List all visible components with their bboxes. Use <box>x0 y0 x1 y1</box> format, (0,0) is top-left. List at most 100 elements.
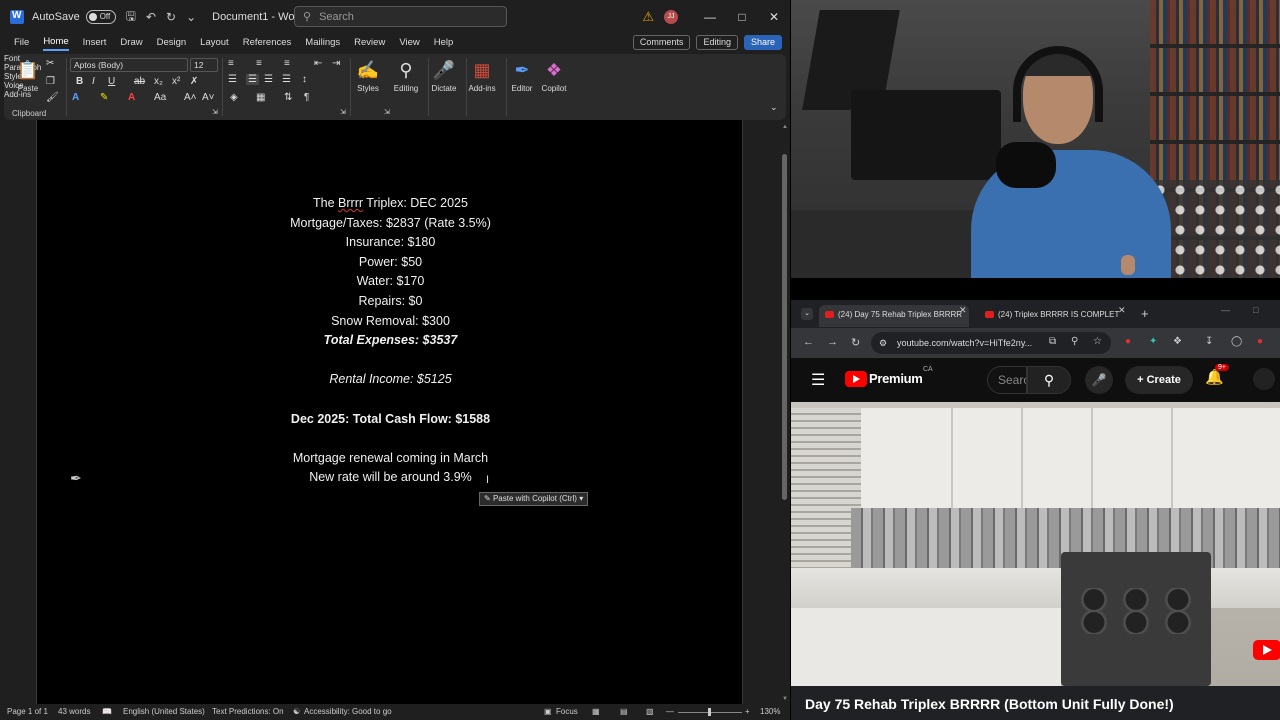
increase-indent-icon[interactable]: ⇥ <box>332 58 340 69</box>
underline-icon[interactable]: U <box>108 76 115 87</box>
comments-button[interactable]: Comments <box>632 35 691 50</box>
scroll-down-icon[interactable]: ▼ <box>781 696 789 702</box>
create-button[interactable]: + Create <box>1125 366 1193 394</box>
minimize-button[interactable]: — <box>694 10 726 24</box>
font-color-icon[interactable]: A <box>128 92 135 103</box>
align-right-icon[interactable]: ☰ <box>264 74 273 85</box>
word-search-input[interactable]: ⚲ Search <box>294 6 507 27</box>
clear-formatting-icon[interactable]: ✗ <box>190 76 198 87</box>
accessibility-status[interactable]: Accessibility: Good to go <box>304 707 392 716</box>
editor-icon[interactable]: ✒ <box>504 60 540 81</box>
bold-icon[interactable]: B <box>76 76 83 87</box>
undo-icon[interactable]: ↶ <box>146 10 156 24</box>
paste-button[interactable]: Paste <box>8 84 48 93</box>
profile-icon[interactable]: ◯ <box>1231 336 1242 347</box>
youtube-search-button[interactable]: ⚲ <box>1027 366 1071 394</box>
styles-dialog-launcher-icon[interactable]: ⇲ <box>384 108 390 116</box>
ribbon-collapse-icon[interactable]: ⌄ <box>770 102 778 113</box>
shading-icon[interactable]: ◈ <box>230 92 238 103</box>
sort-icon[interactable]: ⇅ <box>284 92 292 103</box>
align-left-icon[interactable]: ☰ <box>228 74 237 85</box>
tab-layout[interactable]: Layout <box>200 37 229 50</box>
close-tab-icon[interactable]: ✕ <box>1118 305 1126 316</box>
close-tab-icon[interactable]: ✕ <box>959 305 967 316</box>
reload-icon[interactable]: ↻ <box>851 336 860 349</box>
multilevel-list-icon[interactable]: ≡ <box>284 58 290 69</box>
decrease-indent-icon[interactable]: ⇤ <box>314 58 322 69</box>
language-status[interactable]: English (United States) <box>123 707 205 716</box>
vertical-scrollbar[interactable]: ▲ ▼ <box>781 124 789 702</box>
tab-mailings[interactable]: Mailings <box>305 37 340 50</box>
autosave-toggle[interactable]: Off <box>85 10 116 24</box>
browser-tab-active[interactable]: (24) Day 75 Rehab Triplex BRRRR <box>819 305 969 327</box>
dictate-button[interactable]: Dictate <box>424 84 464 93</box>
tab-references[interactable]: References <box>243 37 292 50</box>
save-icon[interactable]: 🖫 <box>126 7 136 28</box>
editing-mode-button[interactable]: Editing <box>696 35 738 50</box>
close-button[interactable]: ✕ <box>758 10 790 24</box>
copy-icon[interactable]: ❐ <box>46 76 55 87</box>
scrollbar-thumb[interactable] <box>782 154 787 500</box>
bookmark-star-icon[interactable]: ☆ <box>1093 336 1102 347</box>
text-effects-icon[interactable]: A <box>72 92 79 103</box>
document-page[interactable]: The Brrrr Triplex: DEC 2025 Mortgage/Tax… <box>36 120 743 704</box>
change-case-icon[interactable]: Aa <box>154 92 166 103</box>
extension-record-icon[interactable]: ● <box>1125 336 1131 347</box>
web-layout-icon[interactable]: ▧ <box>646 707 654 716</box>
site-info-icon[interactable]: ⚙ <box>879 332 887 354</box>
youtube-search-input[interactable]: Search <box>987 366 1027 394</box>
zoom-level[interactable]: 130% <box>760 707 780 716</box>
page-count[interactable]: Page 1 of 1 <box>7 707 48 716</box>
zoom-in-icon[interactable]: + <box>745 707 750 716</box>
numbering-icon[interactable]: ≡ <box>256 58 262 69</box>
highlight-icon[interactable]: ✎ <box>100 92 108 103</box>
font-name-select[interactable]: Aptos (Body) <box>70 58 188 72</box>
addins-icon[interactable]: ▦ <box>464 60 500 81</box>
menu-icon[interactable]: ☰ <box>811 370 825 390</box>
text-predictions-status[interactable]: Text Predictions: On <box>212 707 284 716</box>
tab-view[interactable]: View <box>399 37 419 50</box>
browser-tab[interactable]: (24) Triplex BRRRR IS COMPLETE <box>979 305 1119 327</box>
zoom-slider-thumb[interactable] <box>708 708 711 716</box>
tab-file[interactable]: File <box>14 37 29 50</box>
line-spacing-icon[interactable]: ↕ <box>302 74 307 85</box>
tab-draw[interactable]: Draw <box>120 37 142 50</box>
format-painter-icon[interactable]: 🖌 <box>46 92 59 103</box>
editing-button[interactable]: Editing <box>386 84 426 93</box>
addins-button[interactable]: Add-ins <box>462 84 502 93</box>
back-icon[interactable]: ← <box>803 336 814 348</box>
proofing-icon[interactable]: 📖 <box>102 707 112 716</box>
grow-font-icon[interactable]: A˄ <box>184 92 197 103</box>
paragraph-dialog-launcher-icon[interactable]: ⇲ <box>340 108 346 116</box>
video-player[interactable] <box>791 402 1280 686</box>
paste-with-copilot-button[interactable]: ✎ Paste with Copilot (Ctrl) ▾ <box>479 492 589 506</box>
scroll-up-icon[interactable]: ▲ <box>781 124 789 130</box>
find-icon[interactable]: ⚲ <box>388 60 424 81</box>
youtube-play-icon[interactable] <box>1253 640 1280 660</box>
dictate-icon[interactable]: 🎤 <box>426 60 462 81</box>
maximize-icon[interactable]: □ <box>1253 305 1258 315</box>
show-marks-icon[interactable]: ¶ <box>304 92 309 103</box>
redo-icon[interactable]: ↻ <box>166 10 176 24</box>
focus-button[interactable]: Focus <box>556 707 578 716</box>
read-mode-icon[interactable]: ▦ <box>592 707 600 716</box>
shrink-font-icon[interactable]: A˅ <box>202 92 215 103</box>
italic-icon[interactable]: I <box>92 76 95 87</box>
customize-qat-icon[interactable]: ⌄ <box>186 10 196 24</box>
maximize-button[interactable]: □ <box>726 10 758 24</box>
zoom-icon[interactable]: ⚲ <box>1071 336 1078 347</box>
borders-icon[interactable]: ▦ <box>256 92 265 103</box>
minimize-icon[interactable]: — <box>1221 305 1230 315</box>
zoom-out-icon[interactable]: — <box>666 707 674 716</box>
draw-pen-icon[interactable]: ✒ <box>70 470 82 487</box>
new-tab-icon[interactable]: + <box>1141 306 1149 321</box>
word-count[interactable]: 43 words <box>58 707 90 716</box>
cut-icon[interactable]: ✂ <box>46 58 54 69</box>
forward-icon[interactable]: → <box>827 336 838 348</box>
youtube-logo-icon[interactable] <box>845 371 867 387</box>
tab-help[interactable]: Help <box>434 37 454 50</box>
install-app-icon[interactable]: ⧉ <box>1049 336 1056 347</box>
strikethrough-icon[interactable]: ab <box>134 76 145 87</box>
tab-review[interactable]: Review <box>354 37 385 50</box>
bullets-icon[interactable]: ≡ <box>228 58 234 69</box>
